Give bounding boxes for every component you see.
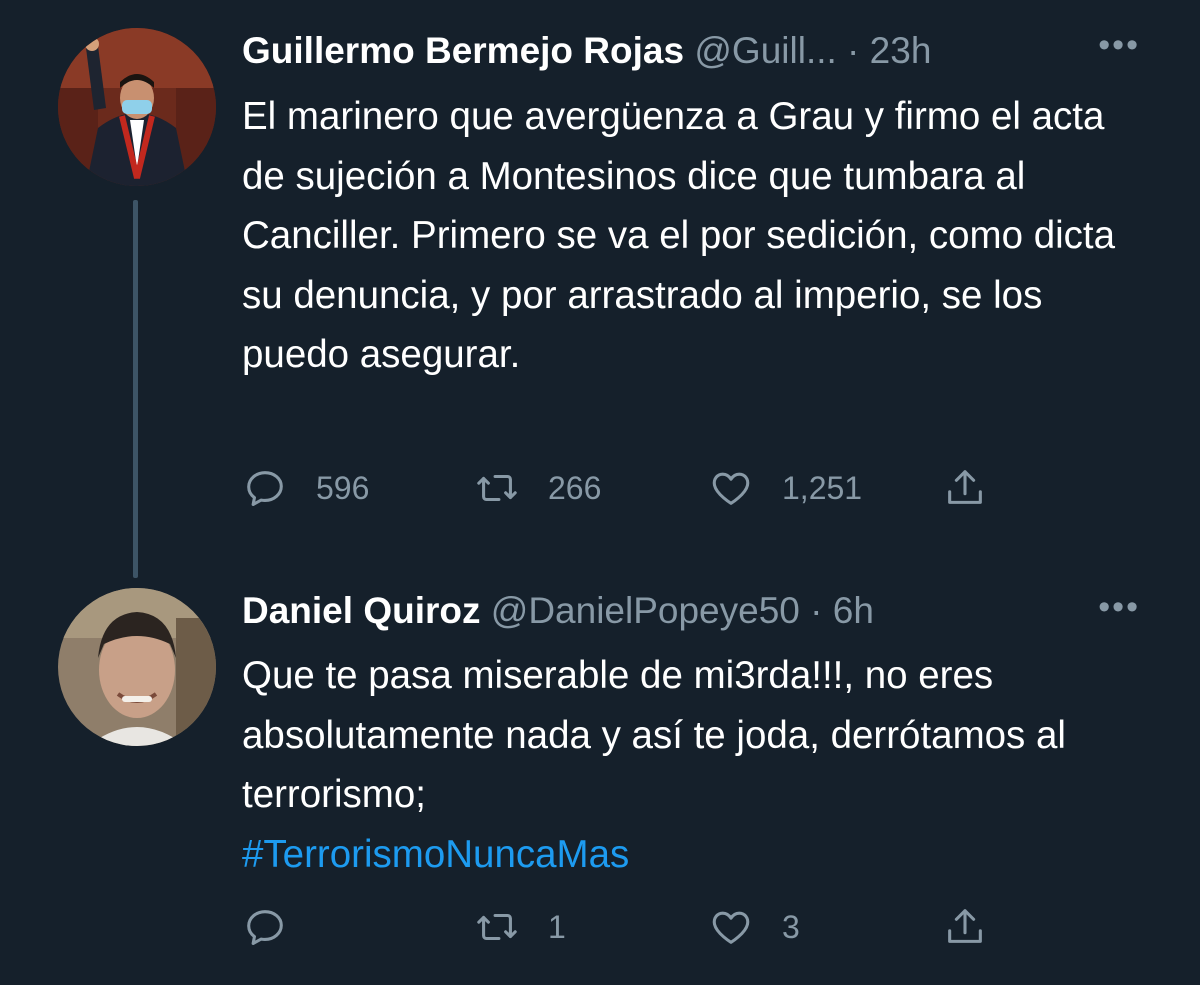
retweet-icon [477, 474, 517, 502]
author-name[interactable]: Daniel Quiroz [242, 590, 480, 631]
reply-icon [247, 471, 283, 507]
retweet-count: 266 [548, 469, 602, 506]
tweet[interactable]: Daniel Quiroz @DanielPopeye50 · 6h ••• Q… [0, 580, 1200, 985]
reply-count: 596 [316, 469, 370, 506]
handle-and-time[interactable]: @DanielPopeye50 · 6h [491, 590, 874, 631]
avatar[interactable] [58, 588, 216, 746]
share-button[interactable] [942, 902, 1016, 952]
tweet-text: El marinero que avergüenza a Grau y firm… [242, 87, 1152, 385]
tweet-body: Que te pasa miserable de mi3rda!!!, no e… [242, 654, 1066, 816]
retweet-button[interactable]: 266 [474, 463, 601, 513]
share-button[interactable] [942, 463, 1016, 513]
reply-icon [247, 910, 283, 946]
like-count: 3 [782, 908, 800, 945]
share-icon [948, 909, 982, 943]
retweet-count: 1 [548, 908, 566, 945]
tweet-header: Guillermo Bermejo Rojas @Guill... · 23h [242, 26, 931, 76]
tweet-actions: 596 266 1,251 [242, 463, 1002, 513]
like-button[interactable]: 1,251 [708, 463, 862, 513]
reply-button[interactable]: 596 [242, 463, 369, 513]
retweet-button[interactable]: 1 [474, 902, 566, 952]
retweet-icon [477, 913, 517, 941]
like-icon [712, 472, 750, 505]
like-count: 1,251 [782, 469, 863, 506]
tweet-body: El marinero que avergüenza a Grau y firm… [242, 95, 1116, 376]
tweet[interactable]: Guillermo Bermejo Rojas @Guill... · 23h … [0, 0, 1200, 580]
reply-button[interactable] [242, 902, 316, 952]
more-icon[interactable]: ••• [1098, 26, 1140, 65]
tweet-header: Daniel Quiroz @DanielPopeye50 · 6h [242, 586, 874, 636]
tweet-actions: 1 3 [242, 902, 1002, 952]
author-name[interactable]: Guillermo Bermejo Rojas [242, 30, 684, 71]
like-icon [712, 911, 750, 944]
avatar[interactable] [58, 28, 216, 186]
handle-and-time[interactable]: @Guill... · 23h [694, 30, 931, 71]
like-button[interactable]: 3 [708, 902, 800, 952]
tweet-text: Que te pasa miserable de mi3rda!!!, no e… [242, 646, 1152, 884]
share-icon [948, 470, 982, 504]
hashtag-link[interactable]: #TerrorismoNuncaMas [242, 833, 629, 876]
thread-line [133, 200, 138, 578]
more-icon[interactable]: ••• [1098, 588, 1140, 627]
